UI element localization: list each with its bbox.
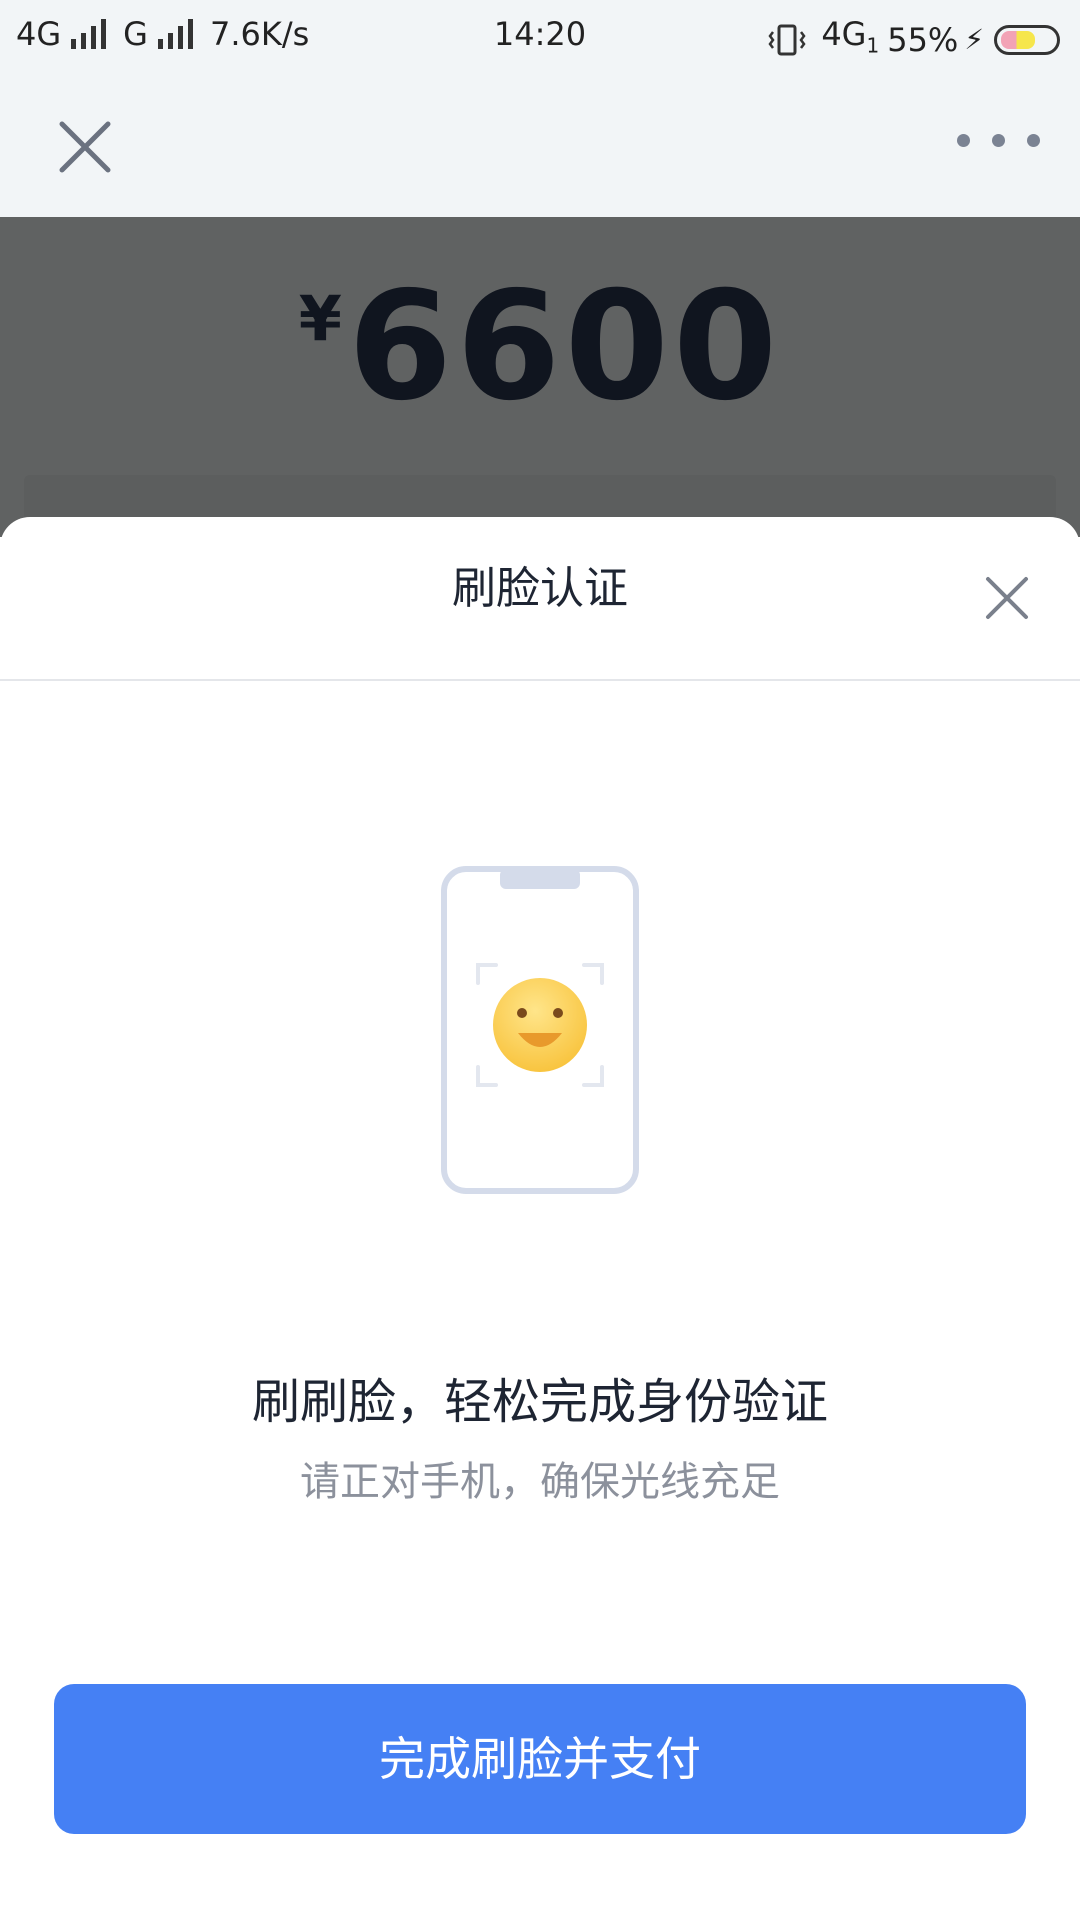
payment-amount: ¥6600: [0, 272, 1080, 422]
more-dot: [1027, 134, 1040, 147]
currency-symbol: ¥: [298, 282, 342, 355]
top-nav: [0, 72, 1080, 217]
headline-text: 刷刷脸，轻松完成身份验证: [251, 1374, 828, 1430]
sheet-header: 刷脸认证: [0, 517, 1080, 681]
close-icon[interactable]: [984, 575, 1030, 621]
payment-area-overlay: ¥6600: [0, 217, 1080, 537]
sheet-title: 刷脸认证: [452, 563, 628, 614]
network-type-3: 4G1: [821, 14, 879, 65]
charging-icon: ⚡: [964, 23, 984, 57]
more-dot: [992, 134, 1005, 147]
complete-and-pay-button[interactable]: 完成刷脸并支付: [54, 1684, 1026, 1834]
close-icon[interactable]: [58, 120, 112, 174]
status-right: 4G1 55% ⚡: [767, 14, 1060, 65]
more-dot: [957, 134, 970, 147]
face-scan-illustration: [441, 866, 639, 1194]
vibrate-icon: [768, 24, 806, 56]
instruction-text: 请正对手机，确保光线充足: [300, 1459, 780, 1505]
face-auth-sheet: 刷脸认证 刷刷脸，轻松完成身份验证 请正对手机，确保光线充足 完成刷脸并支付: [0, 517, 1080, 1920]
status-bar: 4G G 7.6K/s 14:20 4G1 55% ⚡: [0, 0, 1080, 72]
network-type-3-label: 4G: [821, 15, 867, 53]
network-type-3-sub: 1: [866, 33, 880, 58]
battery-percent: 55%: [887, 20, 959, 59]
battery-icon: [994, 24, 1060, 55]
amount-value: 6600: [347, 260, 782, 434]
more-icon[interactable]: [935, 134, 1040, 147]
